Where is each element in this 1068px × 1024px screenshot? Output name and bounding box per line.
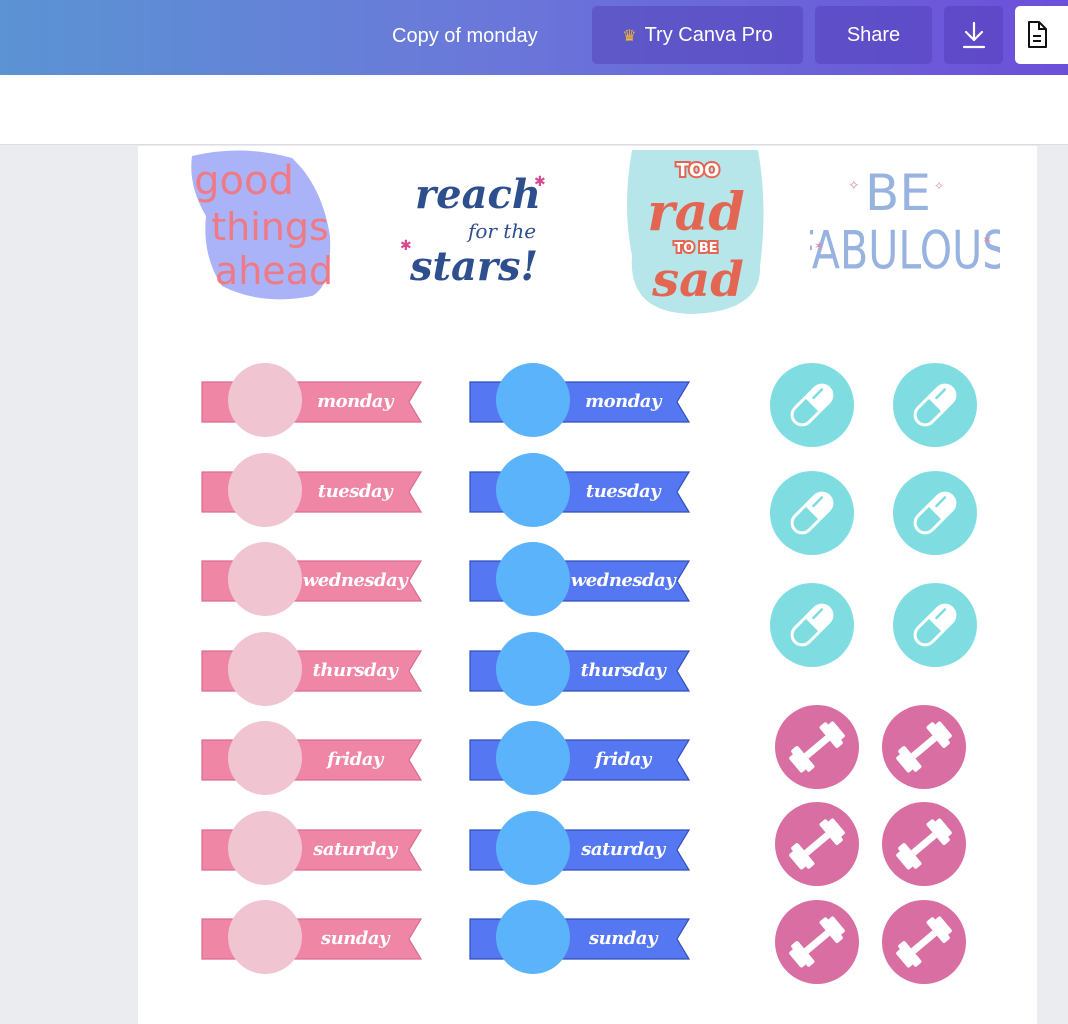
dumbbell-icon bbox=[896, 721, 952, 773]
dumbbell-sticker[interactable] bbox=[775, 900, 859, 984]
ribbon-day-label: tuesday bbox=[317, 480, 393, 502]
star-icon: ✶ bbox=[982, 233, 992, 247]
ribbon-circle bbox=[496, 363, 570, 437]
day-ribbon-blue-tuesday[interactable]: tuesday bbox=[469, 452, 691, 527]
sticker-text-line: good bbox=[194, 158, 294, 204]
dumbbell-sticker[interactable] bbox=[882, 705, 966, 789]
ribbon-day-label: wednesday bbox=[570, 570, 676, 591]
day-ribbon-blue-saturday[interactable]: saturday bbox=[469, 810, 691, 885]
dumbbell-sticker[interactable] bbox=[882, 802, 966, 886]
document-icon bbox=[1028, 21, 1047, 48]
pill-sticker[interactable] bbox=[770, 471, 854, 555]
share-button[interactable]: Share bbox=[815, 6, 932, 64]
sticker-text-line: sad bbox=[651, 252, 744, 308]
sticker-text-line: things bbox=[211, 205, 329, 249]
ribbon-circle bbox=[496, 542, 570, 616]
ribbon-day-label: friday bbox=[327, 749, 383, 770]
sticker-text-line: reach bbox=[415, 171, 541, 218]
sticker-reach-for-the-stars[interactable]: reach for the stars! ✱ ✱ bbox=[396, 146, 556, 296]
editor-subtoolbar bbox=[0, 75, 1068, 145]
ribbon-circle bbox=[496, 631, 570, 706]
day-ribbon-pink-monday[interactable]: monday bbox=[201, 363, 423, 437]
sparkle-icon: ✧ bbox=[934, 179, 944, 193]
day-ribbon-blue-thursday[interactable]: thursday bbox=[469, 631, 691, 706]
pill-sticker[interactable] bbox=[893, 471, 977, 555]
pill-sticker[interactable] bbox=[893, 583, 977, 667]
day-ribbon-pink-thursday[interactable]: thursday bbox=[201, 631, 423, 706]
sticker-text-line: FABULOUS bbox=[810, 221, 1000, 282]
pill-icon bbox=[790, 603, 834, 647]
pill-sticker[interactable] bbox=[770, 583, 854, 667]
sticker-text-line: TOO bbox=[677, 160, 720, 181]
pill-icon bbox=[913, 383, 957, 427]
dumbbell-sticker[interactable] bbox=[882, 900, 966, 984]
sticker-too-rad-to-be-sad[interactable]: TOO rad TO BE sad bbox=[620, 146, 770, 316]
day-ribbon-pink-sunday[interactable]: sunday bbox=[201, 900, 423, 974]
ribbon-day-label: monday bbox=[317, 391, 393, 412]
pill-sticker[interactable] bbox=[770, 363, 854, 447]
pill-icon bbox=[913, 603, 957, 647]
ribbon-circle bbox=[228, 631, 302, 706]
try-canva-pro-button[interactable]: ♛ Try Canva Pro bbox=[592, 6, 803, 64]
ribbon-circle bbox=[228, 810, 302, 885]
sticker-good-things-ahead[interactable]: good things ahead bbox=[182, 146, 342, 306]
day-ribbon-blue-friday[interactable]: friday bbox=[469, 721, 691, 795]
ribbon-circle bbox=[228, 542, 302, 616]
ribbon-circle bbox=[228, 363, 302, 437]
document-title[interactable]: Copy of monday bbox=[380, 20, 550, 52]
day-ribbon-pink-wednesday[interactable]: wednesday bbox=[201, 542, 423, 616]
ribbon-circle bbox=[496, 721, 570, 795]
day-ribbon-pink-saturday[interactable]: saturday bbox=[201, 810, 423, 885]
notes-button[interactable] bbox=[1015, 6, 1068, 64]
sticker-be-fabulous[interactable]: BE FABULOUS ✧ ✧ ✶ ✶ bbox=[792, 146, 1008, 296]
sparkle-icon: ✧ bbox=[848, 177, 860, 193]
pill-sticker[interactable] bbox=[893, 363, 977, 447]
sticker-text-line: rad bbox=[647, 182, 744, 243]
dumbbell-sticker[interactable] bbox=[775, 705, 859, 789]
ribbon-circle bbox=[496, 810, 570, 885]
top-toolbar: Copy of monday ♛ Try Canva Pro Share bbox=[0, 0, 1068, 75]
sticker-text-line: ahead bbox=[215, 249, 333, 293]
ribbon-day-label: friday bbox=[595, 749, 651, 770]
ribbon-day-label: sunday bbox=[588, 928, 658, 949]
day-ribbon-pink-tuesday[interactable]: tuesday bbox=[201, 452, 423, 527]
pill-icon bbox=[790, 383, 834, 427]
ribbon-circle bbox=[228, 721, 302, 795]
ribbon-day-label: monday bbox=[585, 391, 661, 412]
dumbbell-sticker[interactable] bbox=[775, 802, 859, 886]
try-canva-pro-label: Try Canva Pro bbox=[644, 24, 773, 46]
ribbon-day-label: saturday bbox=[581, 838, 665, 860]
dumbbell-icon bbox=[896, 818, 952, 870]
ribbon-day-label: thursday bbox=[580, 659, 666, 681]
dumbbell-icon bbox=[789, 916, 845, 968]
sticker-text-line: stars! bbox=[409, 243, 538, 290]
day-ribbon-blue-monday[interactable]: monday bbox=[469, 363, 691, 437]
star-icon: ✱ bbox=[400, 237, 412, 253]
dumbbell-icon bbox=[896, 916, 952, 968]
download-button[interactable] bbox=[944, 6, 1003, 64]
day-ribbon-blue-wednesday[interactable]: wednesday bbox=[469, 542, 691, 616]
ribbon-day-label: thursday bbox=[312, 659, 398, 681]
pill-icon bbox=[913, 491, 957, 535]
day-ribbon-pink-friday[interactable]: friday bbox=[201, 721, 423, 795]
ribbon-day-label: tuesday bbox=[585, 480, 661, 502]
crown-icon: ♛ bbox=[622, 28, 637, 45]
ribbon-circle bbox=[228, 900, 302, 974]
download-icon bbox=[962, 21, 985, 49]
day-ribbon-blue-sunday[interactable]: sunday bbox=[469, 900, 691, 974]
dumbbell-icon bbox=[789, 818, 845, 870]
sticker-text-line: for the bbox=[466, 219, 536, 243]
ribbon-circle bbox=[496, 452, 570, 527]
star-icon: ✱ bbox=[534, 173, 546, 189]
sticker-text-line: BE bbox=[865, 164, 931, 222]
dumbbell-icon bbox=[789, 721, 845, 773]
ribbon-circle bbox=[228, 452, 302, 527]
ribbon-day-label: saturday bbox=[313, 838, 397, 860]
ribbon-circle bbox=[496, 900, 570, 974]
ribbon-day-label: sunday bbox=[320, 928, 390, 949]
design-canvas[interactable]: good things ahead reach for the stars! ✱… bbox=[138, 146, 1037, 1024]
star-icon: ✶ bbox=[814, 239, 824, 253]
pill-icon bbox=[790, 491, 834, 535]
ribbon-day-label: wednesday bbox=[302, 570, 408, 591]
